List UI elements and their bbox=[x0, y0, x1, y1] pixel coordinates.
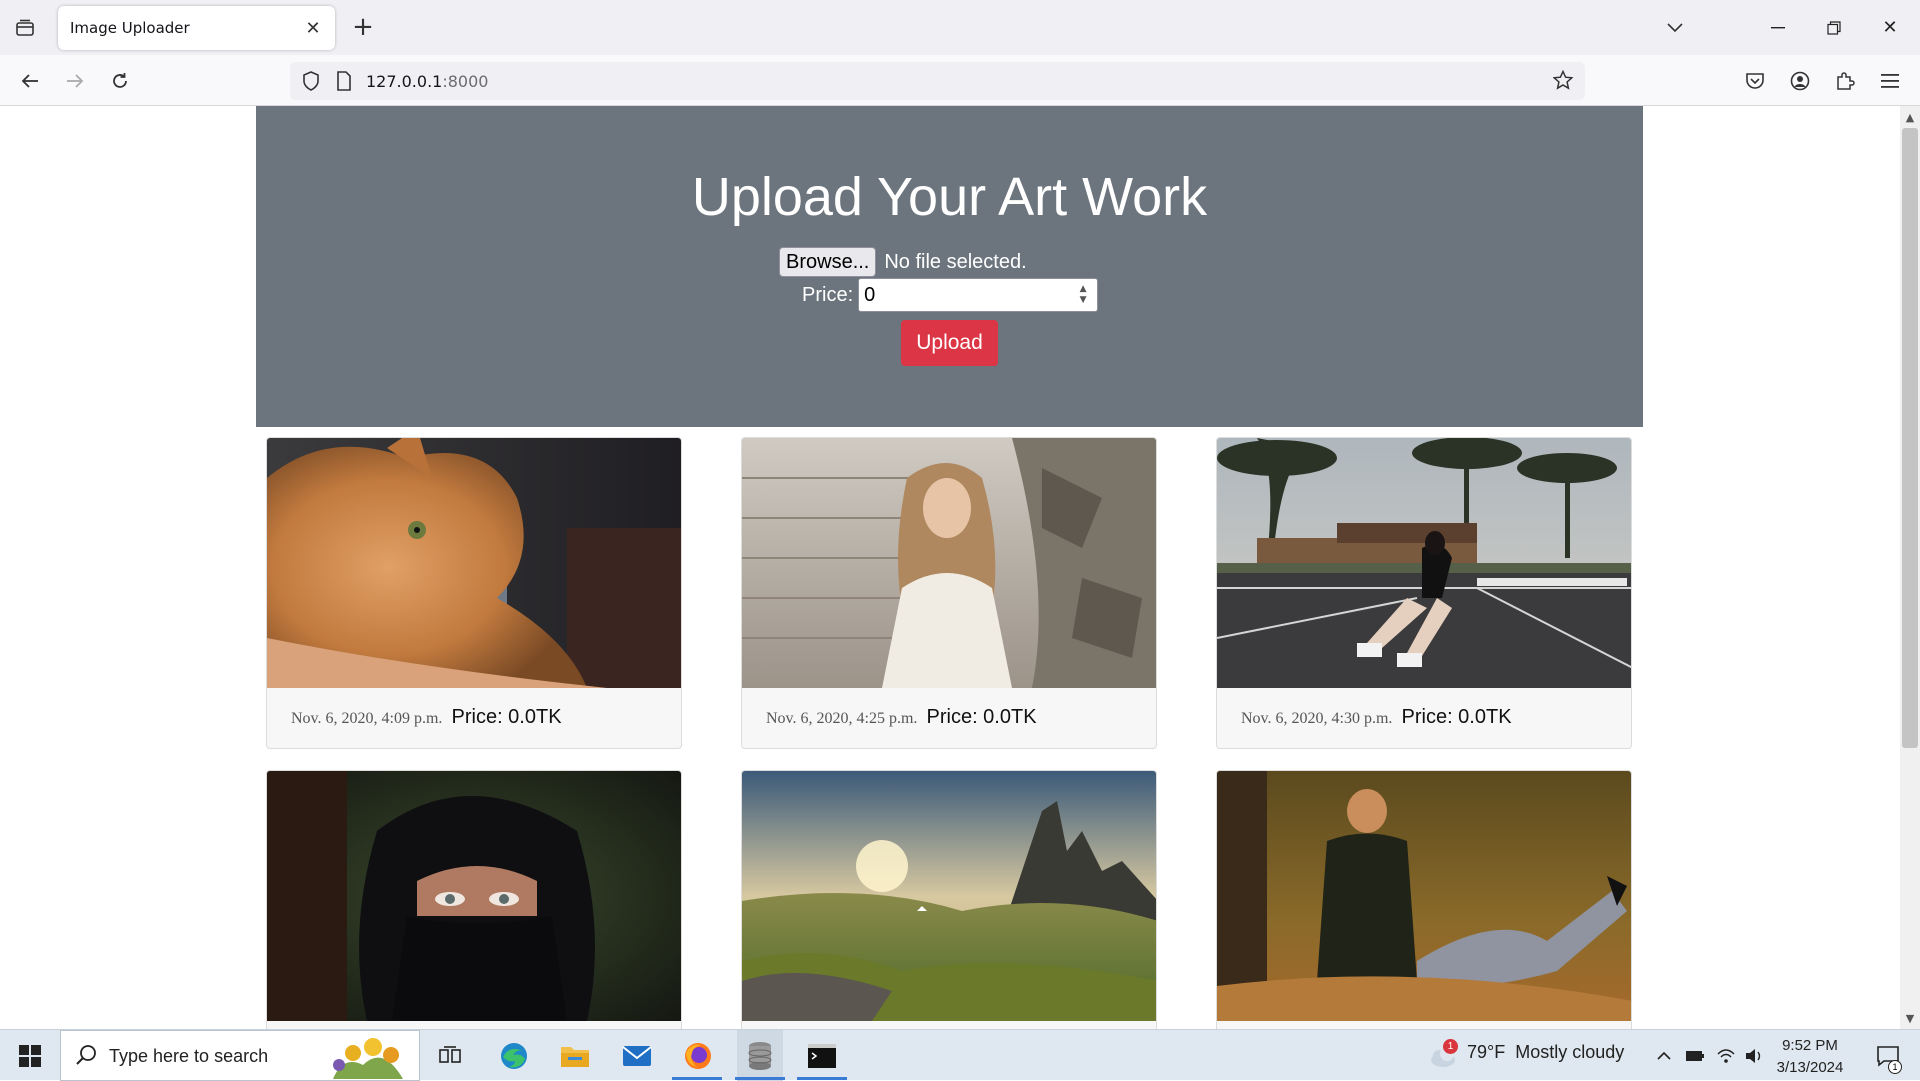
chevron-up-icon[interactable] bbox=[1652, 1030, 1676, 1081]
card-meta: Nov. 6, 2020, 4:25 p.m. Price: 0.0TK bbox=[766, 706, 1037, 729]
art-card bbox=[1216, 770, 1632, 1029]
file-status-text: No file selected. bbox=[884, 250, 1027, 273]
card-price: Price: 0.0TK bbox=[451, 706, 562, 728]
minimize-icon[interactable] bbox=[1750, 0, 1806, 55]
card-meta: Nov. 6, 2020, 4:30 p.m. Price: 0.0TK bbox=[1241, 706, 1512, 729]
browse-button[interactable]: Browse... bbox=[779, 247, 877, 277]
taskbar-search-box[interactable]: Type here to search bbox=[60, 1030, 420, 1081]
price-field-row: Price: 0 ▲ ▼ bbox=[802, 278, 1099, 312]
tab-bar: Image Uploader ✕ + ✕ bbox=[0, 0, 1920, 55]
rollerskater-photo[interactable] bbox=[1217, 438, 1632, 688]
search-placeholder: Type here to search bbox=[109, 1046, 269, 1066]
firefox-icon[interactable] bbox=[675, 1030, 721, 1081]
notification-center-icon[interactable] bbox=[1866, 1030, 1910, 1081]
clock-time: 9:52 PM bbox=[1782, 1037, 1838, 1054]
price-value: 0 bbox=[864, 284, 876, 306]
new-tab-icon[interactable]: + bbox=[348, 12, 378, 42]
bookmark-star-icon[interactable] bbox=[1552, 69, 1574, 94]
upload-jumbotron: Upload Your Art Work Browse... No file s… bbox=[256, 106, 1643, 427]
weather-badge: 1 bbox=[1443, 1039, 1458, 1054]
terminal-icon[interactable] bbox=[799, 1030, 845, 1081]
upload-button[interactable]: Upload bbox=[901, 320, 998, 366]
price-label: Price: bbox=[802, 283, 854, 306]
page-viewport: Upload Your Art Work Browse... No file s… bbox=[0, 106, 1900, 1029]
scroll-down-icon[interactable]: ▼ bbox=[1900, 1009, 1920, 1027]
file-input[interactable]: Browse... No file selected. bbox=[779, 247, 1027, 277]
notification-count-badge: 1 bbox=[1888, 1060, 1902, 1074]
mountain-landscape-photo[interactable] bbox=[742, 771, 1157, 1021]
price-number-input[interactable]: 0 ▲ ▼ bbox=[858, 278, 1099, 312]
battery-icon[interactable] bbox=[1683, 1030, 1707, 1081]
search-icon bbox=[75, 1044, 97, 1070]
chevron-down-icon[interactable] bbox=[1660, 14, 1690, 42]
card-date: Nov. 6, 2020, 4:09 p.m. bbox=[291, 710, 443, 727]
edge-browser-icon[interactable] bbox=[492, 1030, 536, 1081]
weather-cloud-icon[interactable] bbox=[1425, 1030, 1465, 1081]
scroll-up-icon[interactable]: ▲ bbox=[1900, 108, 1920, 126]
page-info-icon[interactable] bbox=[336, 71, 352, 95]
number-spinner-icon[interactable]: ▲ ▼ bbox=[1075, 284, 1091, 306]
wifi-icon[interactable] bbox=[1714, 1030, 1738, 1081]
close-window-icon[interactable]: ✕ bbox=[1862, 0, 1918, 55]
extensions-icon[interactable] bbox=[1829, 65, 1861, 97]
weather-temperature: 79°F bbox=[1467, 1042, 1506, 1062]
database-app-icon[interactable] bbox=[737, 1030, 783, 1081]
card-date: Nov. 6, 2020, 4:30 p.m. bbox=[1241, 710, 1393, 727]
page-title: Upload Your Art Work bbox=[691, 167, 1208, 227]
card-price: Price: 0.0TK bbox=[1401, 706, 1512, 728]
weather-widget[interactable]: 79°F Mostly cloudy bbox=[1467, 1042, 1624, 1063]
art-card: Nov. 6, 2020, 4:30 p.m. Price: 0.0TK bbox=[1216, 437, 1632, 749]
windows-start-icon[interactable] bbox=[0, 1030, 60, 1081]
card-meta: Nov. 6, 2020, 4:09 p.m. Price: 0.0TK bbox=[291, 706, 562, 729]
list-all-tabs-icon[interactable] bbox=[10, 13, 40, 43]
page-scrollbar[interactable]: ▲ ▼ bbox=[1900, 106, 1920, 1029]
clock-date: 3/13/2024 bbox=[1776, 1059, 1844, 1076]
account-icon[interactable] bbox=[1784, 65, 1816, 97]
woman-on-steps-photo[interactable] bbox=[742, 438, 1157, 688]
mail-icon[interactable] bbox=[615, 1030, 659, 1081]
file-explorer-icon[interactable] bbox=[553, 1030, 597, 1081]
address-bar[interactable]: 127.0.0.1:8000 bbox=[290, 62, 1585, 100]
menu-icon[interactable] bbox=[1874, 65, 1906, 97]
tab-title: Image Uploader bbox=[70, 19, 190, 37]
art-card bbox=[741, 770, 1157, 1029]
cat-photo[interactable] bbox=[267, 438, 682, 688]
navigation-toolbar: 127.0.0.1:8000 bbox=[0, 55, 1920, 106]
art-card: Nov. 6, 2020, 4:09 p.m. Price: 0.0TK bbox=[266, 437, 682, 749]
restore-icon[interactable] bbox=[1806, 0, 1862, 55]
system-clock[interactable]: 9:52 PM 3/13/2024 bbox=[1775, 1035, 1845, 1079]
shield-icon[interactable] bbox=[302, 71, 320, 95]
windows-taskbar: Type here to search 1 79°F Mostly cloudy bbox=[0, 1029, 1920, 1081]
hijab-woman-photo[interactable] bbox=[267, 771, 682, 1021]
browser-tab[interactable]: Image Uploader ✕ bbox=[58, 6, 335, 50]
tulips-decoration-icon bbox=[333, 1038, 403, 1079]
back-arrow-icon[interactable] bbox=[14, 65, 46, 97]
volume-icon[interactable] bbox=[1742, 1030, 1766, 1081]
card-price: Price: 0.0TK bbox=[926, 706, 1037, 728]
forward-arrow-icon[interactable] bbox=[59, 65, 91, 97]
url-text: 127.0.0.1:8000 bbox=[366, 72, 489, 91]
art-card bbox=[266, 770, 682, 1029]
reload-icon[interactable] bbox=[104, 65, 136, 97]
art-card: Nov. 6, 2020, 4:25 p.m. Price: 0.0TK bbox=[741, 437, 1157, 749]
task-view-icon[interactable] bbox=[432, 1030, 468, 1081]
tab-close-icon[interactable]: ✕ bbox=[301, 16, 325, 40]
couple-in-field-photo[interactable] bbox=[1217, 771, 1632, 1021]
scrollbar-thumb[interactable] bbox=[1902, 128, 1918, 748]
card-date: Nov. 6, 2020, 4:25 p.m. bbox=[766, 710, 918, 727]
weather-description: Mostly cloudy bbox=[1515, 1042, 1625, 1062]
pocket-icon[interactable] bbox=[1739, 65, 1771, 97]
